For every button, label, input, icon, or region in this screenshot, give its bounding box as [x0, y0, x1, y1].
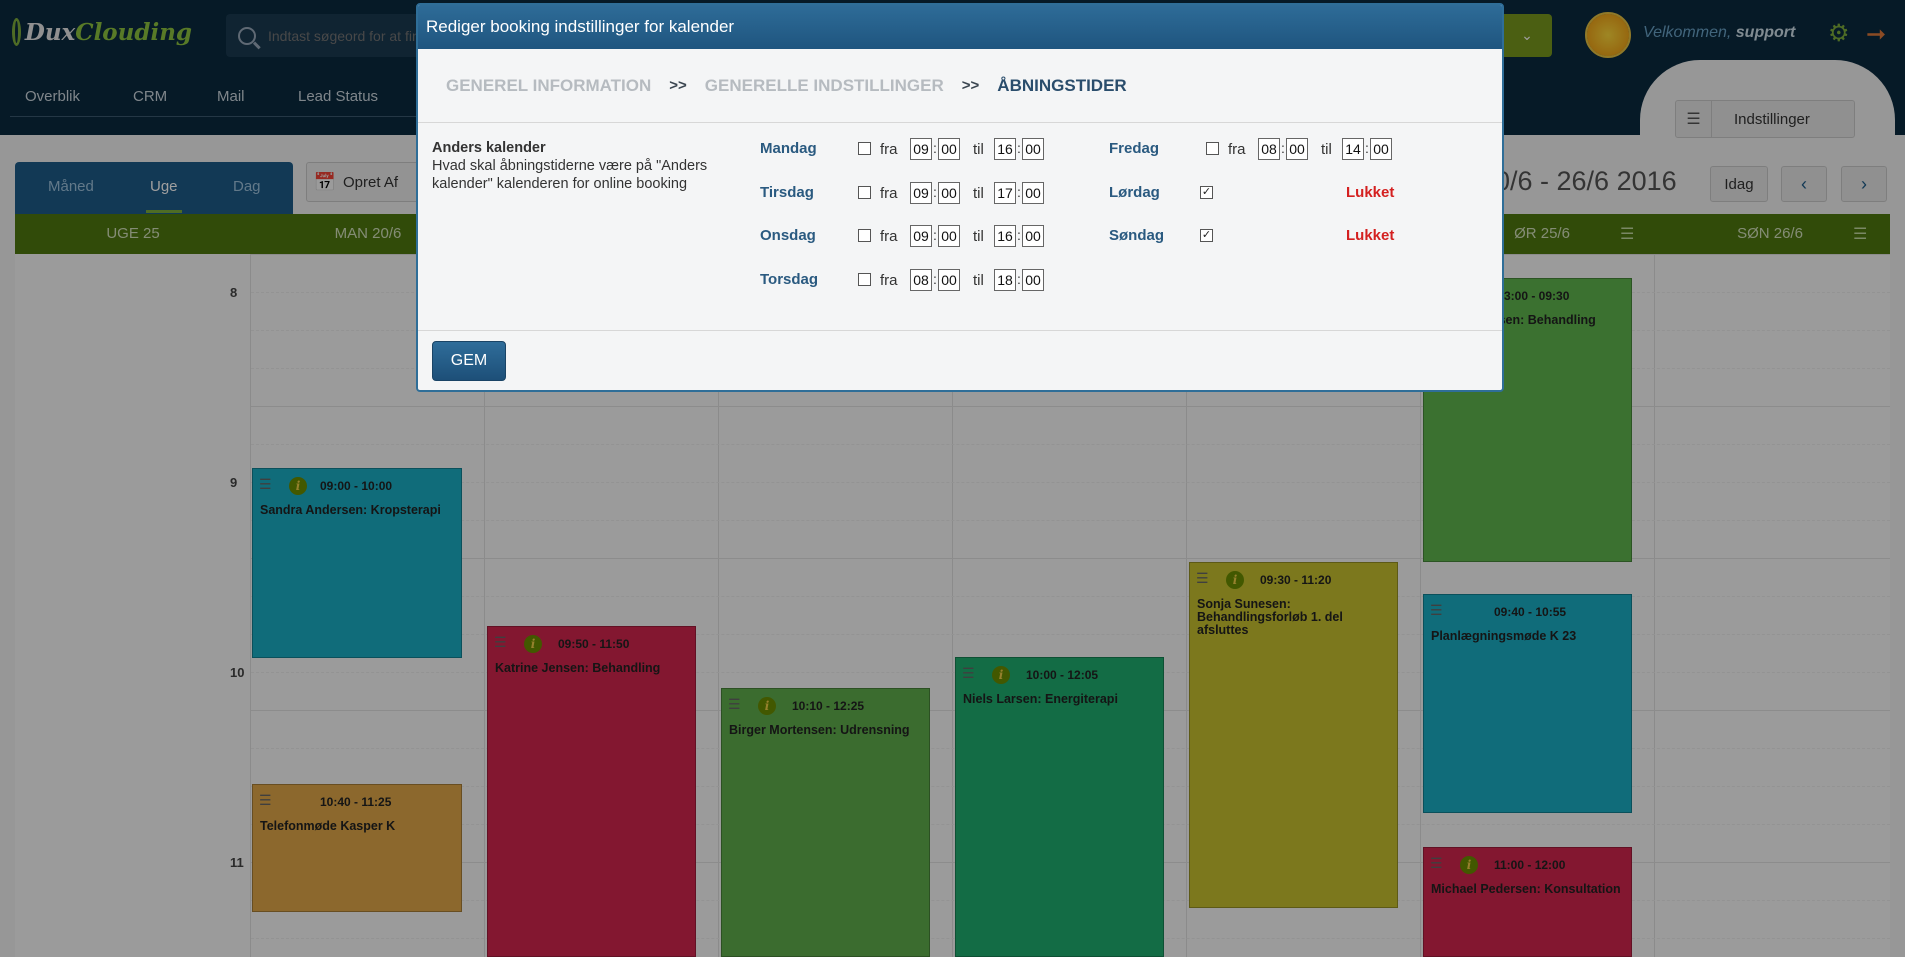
time-colon: : — [1017, 140, 1021, 156]
calendar-info: Anders kalender Hvad skal åbningstiderne… — [432, 139, 732, 193]
opening-hours-row-sondag: Søndag ✓ Lukket — [1109, 225, 1409, 249]
to-minute-input[interactable]: 00 — [1022, 182, 1044, 204]
day-label: Fredag — [1109, 140, 1160, 157]
to-label: til — [1321, 141, 1332, 158]
day-label: Lørdag — [1109, 184, 1160, 201]
from-minute-input[interactable]: 00 — [938, 182, 960, 204]
time-colon: : — [933, 271, 937, 287]
time-colon: : — [1017, 184, 1021, 200]
closed-checkbox-checked[interactable]: ✓ — [1200, 229, 1213, 242]
to-hour-input[interactable]: 18 — [994, 269, 1016, 291]
time-colon: : — [933, 227, 937, 243]
to-minute-input[interactable]: 00 — [1022, 138, 1044, 160]
closed-checkbox[interactable] — [858, 186, 871, 199]
from-hour-input[interactable]: 09 — [910, 182, 932, 204]
step-separator: >> — [961, 77, 980, 94]
opening-hours-row-onsdag: Onsdag fra 09 : 00 til 16 : 00 — [760, 225, 1060, 249]
time-colon: : — [1281, 140, 1285, 156]
from-hour-input[interactable]: 09 — [910, 225, 932, 247]
day-label: Tirsdag — [760, 184, 814, 201]
closed-checkbox[interactable] — [1206, 142, 1219, 155]
to-minute-input[interactable]: 00 — [1370, 138, 1392, 160]
step-separator: >> — [669, 77, 687, 94]
opening-hours-row-lordag: Lørdag ✓ Lukket — [1109, 182, 1409, 206]
step-general-settings[interactable]: GENERELLE INDSTILLINGER — [705, 76, 944, 96]
from-minute-input[interactable]: 00 — [1286, 138, 1308, 160]
day-label: Torsdag — [760, 271, 819, 288]
opening-hours-row-fredag: Fredag fra 08 : 00 til 14 : 00 — [1109, 138, 1409, 162]
from-minute-input[interactable]: 00 — [938, 269, 960, 291]
from-label: fra — [880, 272, 898, 289]
closed-label: Lukket — [1346, 184, 1395, 201]
closed-checkbox[interactable] — [858, 273, 871, 286]
step-general-information[interactable]: GENEREL INFORMATION — [446, 76, 651, 96]
modal-footer-divider — [418, 330, 1502, 331]
closed-label: Lukket — [1346, 227, 1395, 244]
opening-hours-row-tirsdag: Tirsdag fra 09 : 00 til 17 : 00 — [760, 182, 1060, 206]
time-colon: : — [1017, 227, 1021, 243]
from-label: fra — [880, 228, 898, 245]
to-label: til — [973, 185, 984, 202]
opening-hours-row-mandag: Mandag fra 09 : 00 til 16 : 00 — [760, 138, 1060, 162]
from-minute-input[interactable]: 00 — [938, 138, 960, 160]
to-hour-input[interactable]: 16 — [994, 225, 1016, 247]
time-colon: : — [933, 140, 937, 156]
opening-hours-row-torsdag: Torsdag fra 08 : 00 til 18 : 00 — [760, 269, 1060, 293]
from-label: fra — [880, 141, 898, 158]
from-label: fra — [880, 185, 898, 202]
from-hour-input[interactable]: 08 — [910, 269, 932, 291]
calendar-description: Hvad skal åbningstiderne være på "Anders… — [432, 158, 708, 192]
time-colon: : — [1017, 271, 1021, 287]
day-label: Onsdag — [760, 227, 816, 244]
from-hour-input[interactable]: 08 — [1258, 138, 1280, 160]
to-hour-input[interactable]: 16 — [994, 138, 1016, 160]
day-label: Søndag — [1109, 227, 1164, 244]
day-label: Mandag — [760, 140, 817, 157]
step-opening-hours[interactable]: ÅBNINGSTIDER — [997, 76, 1126, 96]
to-label: til — [973, 272, 984, 289]
booking-settings-modal: Rediger booking indstillinger for kalend… — [416, 3, 1504, 392]
calendar-name: Anders kalender — [432, 140, 546, 156]
to-hour-input[interactable]: 17 — [994, 182, 1016, 204]
from-label: fra — [1228, 141, 1246, 158]
closed-checkbox-checked[interactable]: ✓ — [1200, 186, 1213, 199]
wizard-steps: GENEREL INFORMATION >> GENERELLE INDSTIL… — [418, 49, 1502, 123]
modal-title: Rediger booking indstillinger for kalend… — [418, 5, 1502, 49]
save-button[interactable]: GEM — [432, 341, 506, 381]
to-hour-input[interactable]: 14 — [1342, 138, 1364, 160]
to-label: til — [973, 228, 984, 245]
from-minute-input[interactable]: 00 — [938, 225, 960, 247]
to-label: til — [973, 141, 984, 158]
time-colon: : — [1365, 140, 1369, 156]
to-minute-input[interactable]: 00 — [1022, 269, 1044, 291]
from-hour-input[interactable]: 09 — [910, 138, 932, 160]
closed-checkbox[interactable] — [858, 142, 871, 155]
to-minute-input[interactable]: 00 — [1022, 225, 1044, 247]
closed-checkbox[interactable] — [858, 229, 871, 242]
time-colon: : — [933, 184, 937, 200]
